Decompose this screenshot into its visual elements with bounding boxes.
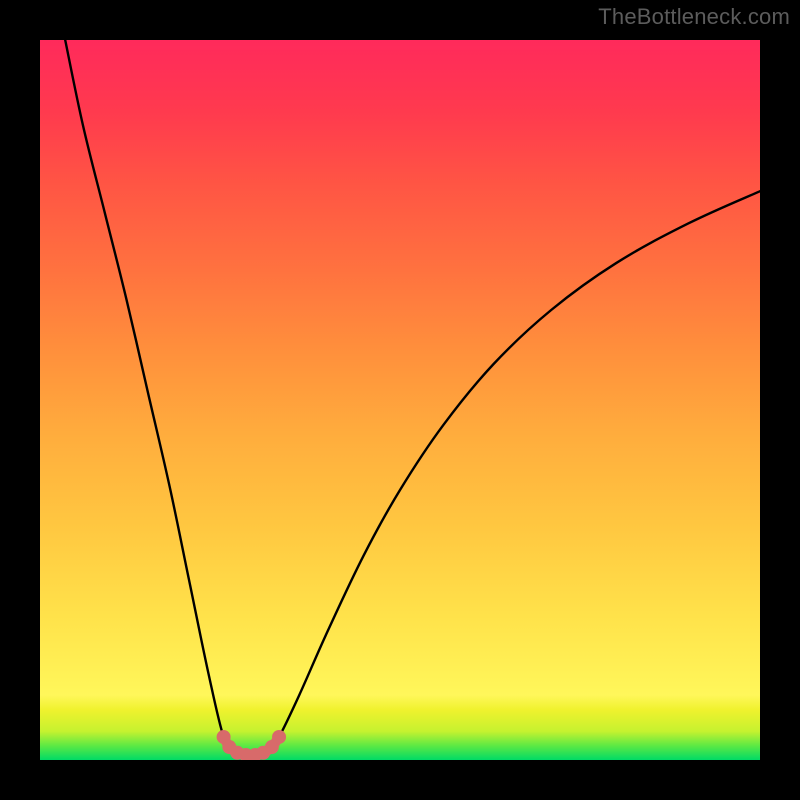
watermark-text: TheBottleneck.com xyxy=(598,4,790,30)
highlight-dot xyxy=(272,730,286,744)
chart-svg xyxy=(40,40,760,760)
highlight-dots xyxy=(217,730,286,760)
curve-line xyxy=(65,40,760,755)
plot-area xyxy=(40,40,760,760)
